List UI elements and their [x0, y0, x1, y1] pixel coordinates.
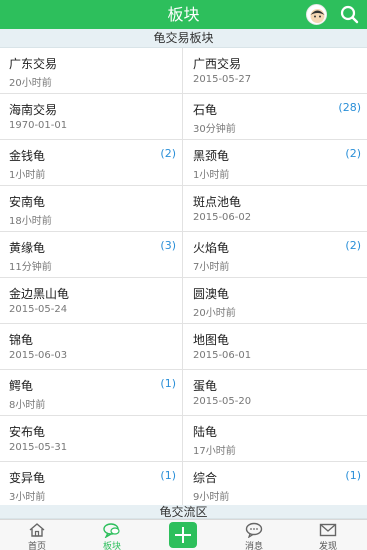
board-time: 1小时前 [193, 170, 230, 181]
board-item[interactable]: 海南交易 1970-01-01 [0, 94, 183, 139]
board-item[interactable]: 金边黑山龟 2015-05-24 [0, 278, 183, 323]
board-count: (1) [345, 469, 361, 482]
bottom-tab-bar: 首页 板块 消息 发现 [0, 519, 367, 550]
home-icon [29, 523, 45, 537]
tab-discover[interactable]: 发现 [298, 520, 358, 550]
board-row: 金钱龟 (2) 1小时前 黑颈龟 (2) 1小时前 [0, 140, 367, 186]
board-row: 黄缘龟 (3) 11分钟前 火焰龟 (2) 7小时前 [0, 232, 367, 278]
board-name: 安南龟 [9, 195, 46, 209]
board-item[interactable]: 金钱龟 (2) 1小时前 [0, 140, 183, 185]
board-row: 安布龟 2015-05-31 陆龟 17小时前 [0, 416, 367, 462]
tab-boards[interactable]: 板块 [82, 520, 142, 550]
board-row: 安南龟 18小时前 斑点池龟 2015-06-02 [0, 186, 367, 232]
section-header-discussion: 龟交流区 [0, 505, 367, 519]
board-name: 火焰龟 [193, 241, 230, 255]
board-count: (1) [160, 469, 176, 482]
board-time: 3小时前 [9, 492, 46, 503]
board-row: 广东交易 20小时前 广西交易 2015-05-27 [0, 48, 367, 94]
board-name: 金边黑山龟 [9, 287, 70, 301]
board-row: 海南交易 1970-01-01 石龟 (28) 30分钟前 [0, 94, 367, 140]
board-row: 锦龟 2015-06-03 地图龟 2015-06-01 [0, 324, 367, 370]
board-item[interactable]: 鳄龟 (1) 8小时前 [0, 370, 183, 415]
tab-boards-label: 板块 [102, 542, 121, 550]
board-name: 锦龟 [9, 333, 34, 347]
board-name: 金钱龟 [9, 149, 46, 163]
board-item[interactable]: 广东交易 20小时前 [0, 48, 183, 93]
board-name: 黄缘龟 [9, 241, 46, 255]
board-time: 2015-05-20 [193, 396, 252, 407]
board-time: 2015-06-03 [9, 350, 68, 361]
board-name: 广西交易 [193, 57, 242, 71]
top-bar: 板块 [0, 0, 367, 29]
board-time: 1小时前 [9, 170, 46, 181]
board-item[interactable]: 陆龟 17小时前 [184, 416, 367, 461]
board-name: 石龟 [193, 103, 218, 117]
board-time: 30分钟前 [193, 124, 236, 135]
board-item[interactable]: 安布龟 2015-05-31 [0, 416, 183, 461]
tab-messages[interactable]: 消息 [224, 520, 284, 550]
board-name: 地图龟 [193, 333, 230, 347]
board-name: 海南交易 [9, 103, 58, 117]
board-count: (3) [160, 239, 176, 252]
board-name: 圆澳龟 [193, 287, 230, 301]
board-time: 17小时前 [193, 446, 236, 457]
board-time: 2015-05-31 [9, 442, 68, 453]
board-name: 综合 [193, 471, 218, 485]
board-item[interactable]: 变异龟 (1) 3小时前 [0, 462, 183, 507]
section-header-trade: 龟交易板块 [0, 29, 367, 48]
board-time: 20小时前 [193, 308, 236, 319]
board-item[interactable]: 广西交易 2015-05-27 [184, 48, 367, 93]
board-row: 金边黑山龟 2015-05-24 圆澳龟 20小时前 [0, 278, 367, 324]
board-name: 陆龟 [193, 425, 218, 439]
tab-discover-label: 发现 [318, 542, 337, 550]
board-time: 2015-05-24 [9, 304, 68, 315]
plus-icon[interactable] [169, 522, 197, 548]
board-item[interactable]: 地图龟 2015-06-01 [184, 324, 367, 369]
tab-messages-label: 消息 [244, 542, 263, 550]
search-icon[interactable] [338, 3, 360, 25]
board-name: 广东交易 [9, 57, 58, 71]
board-time: 11分钟前 [9, 262, 52, 273]
tab-home-label: 首页 [27, 542, 46, 550]
board-name: 斑点池龟 [193, 195, 242, 209]
board-time: 7小时前 [193, 262, 230, 273]
board-count: (2) [345, 239, 361, 252]
message-icon [245, 522, 263, 538]
board-time: 18小时前 [9, 216, 52, 227]
board-time: 2015-05-27 [193, 74, 252, 85]
board-name: 黑颈龟 [193, 149, 230, 163]
board-count: (2) [160, 147, 176, 160]
board-item[interactable]: 蛋龟 2015-05-20 [184, 370, 367, 415]
board-grid: 广东交易 20小时前 广西交易 2015-05-27 海南交易 1970-01-… [0, 48, 367, 508]
board-item[interactable]: 黄缘龟 (3) 11分钟前 [0, 232, 183, 277]
board-time: 1970-01-01 [9, 120, 68, 131]
tab-home[interactable]: 首页 [7, 520, 67, 550]
board-item[interactable]: 火焰龟 (2) 7小时前 [184, 232, 367, 277]
chat-bubble-icon [103, 523, 120, 538]
board-time: 2015-06-01 [193, 350, 252, 361]
board-row: 变异龟 (1) 3小时前 综合 (1) 9小时前 [0, 462, 367, 508]
board-time: 2015-06-02 [193, 212, 252, 223]
board-time: 9小时前 [193, 492, 230, 503]
board-item[interactable]: 锦龟 2015-06-03 [0, 324, 183, 369]
board-item[interactable]: 石龟 (28) 30分钟前 [184, 94, 367, 139]
envelope-icon [319, 523, 337, 537]
board-count: (28) [338, 101, 361, 114]
board-item[interactable]: 斑点池龟 2015-06-02 [184, 186, 367, 231]
board-item[interactable]: 圆澳龟 20小时前 [184, 278, 367, 323]
board-count: (2) [345, 147, 361, 160]
board-item[interactable]: 综合 (1) 9小时前 [184, 462, 367, 507]
board-count: (1) [160, 377, 176, 390]
board-name: 变异龟 [9, 471, 46, 485]
board-item[interactable]: 黑颈龟 (2) 1小时前 [184, 140, 367, 185]
board-time: 8小时前 [9, 400, 46, 411]
board-name: 鳄龟 [9, 379, 34, 393]
board-row: 鳄龟 (1) 8小时前 蛋龟 2015-05-20 [0, 370, 367, 416]
board-time: 20小时前 [9, 78, 52, 89]
board-name: 安布龟 [9, 425, 46, 439]
board-item[interactable]: 安南龟 18小时前 [0, 186, 183, 231]
avatar-icon[interactable] [306, 4, 327, 25]
board-name: 蛋龟 [193, 379, 218, 393]
